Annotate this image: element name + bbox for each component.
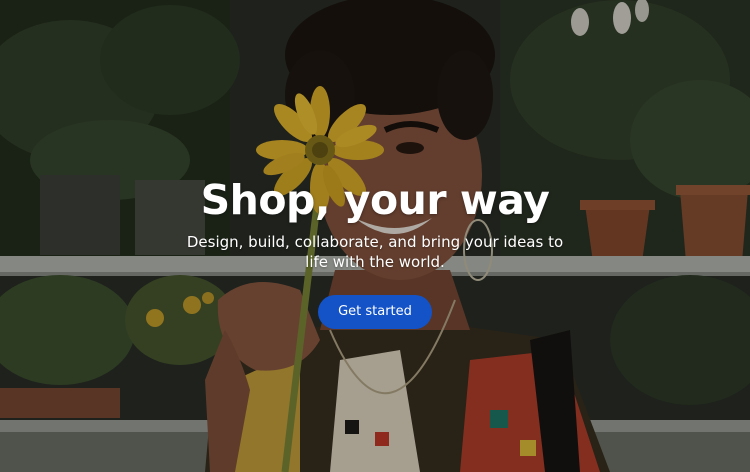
hero-section: Shop, your way Design, build, collaborat… [0, 0, 750, 472]
get-started-button[interactable]: Get started [318, 295, 432, 329]
hero-title: Shop, your way [200, 176, 550, 224]
hero-content: Shop, your way Design, build, collaborat… [0, 172, 750, 329]
hero-subtitle: Design, build, collaborate, and bring yo… [186, 233, 564, 271]
